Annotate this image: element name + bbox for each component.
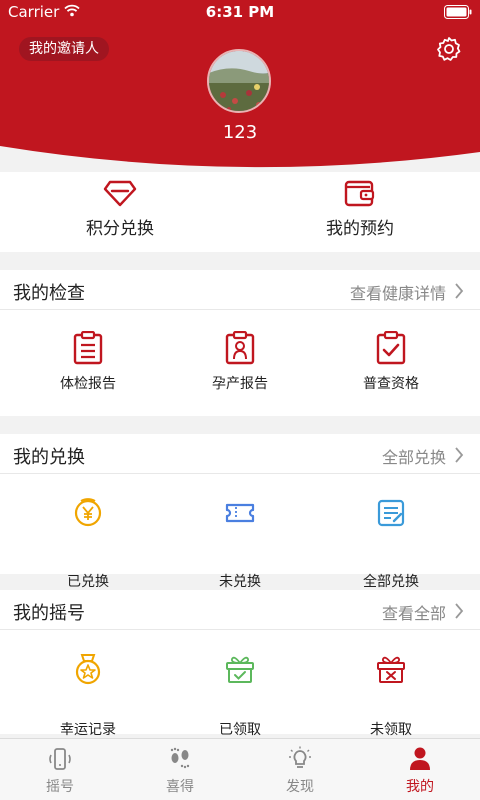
document-edit-icon [377,499,405,527]
tab-label: 发现 [286,779,314,795]
all-exchanges-item[interactable]: 全部兑换 [311,475,471,590]
exchanged-label: 已兑换 [67,574,109,590]
view-all-link[interactable]: 查看全部 [382,600,446,624]
my-exchanges-section: 我的兑换 全部兑换 已兑换 未兑换 全部兑换 [0,434,480,590]
not-exchanged-label: 未兑换 [219,574,261,590]
exchanges-items: 已兑换 未兑换 全部兑换 [0,475,480,590]
settings-gear-icon[interactable] [436,36,462,62]
all-exchanges-label: 全部兑换 [363,574,419,590]
unclaimed-item[interactable]: 未领取 [311,631,471,738]
physical-exam-report-label: 体检报告 [60,376,116,392]
chevron-right-icon [455,603,464,619]
username: 123 [222,122,258,143]
tab-label: 摇号 [46,779,74,795]
screening-eligibility-label: 普查资格 [363,376,419,392]
footprints-icon [170,747,190,769]
diamond-icon [103,180,137,207]
checkups-items: 体检报告 孕产报告 普查资格 [0,311,480,416]
gift-check-icon [226,656,254,683]
status-bar: Carrier 6:31 PM [0,0,480,26]
all-exchanges-link[interactable]: 全部兑换 [382,444,446,468]
tab-label: 我的 [406,779,434,795]
tab-label: 喜得 [166,779,194,795]
maternity-report-label: 孕产报告 [212,376,268,392]
chevron-right-icon [455,283,464,299]
unclaimed-label: 未领取 [370,722,412,738]
tab-mine[interactable]: 我的 [360,739,480,800]
gift-x-icon [377,656,405,683]
tab-discover[interactable]: 发现 [240,739,360,800]
points-exchange-label: 积分兑换 [86,219,154,239]
avatar[interactable] [207,49,271,113]
my-appointment-button[interactable]: 我的预约 [240,172,480,252]
star-medal-icon [75,654,101,685]
section-title: 我的兑换 [13,447,85,468]
claimed-item[interactable]: 已领取 [160,631,320,738]
profile-header: Carrier 6:31 PM 我的邀请人 123 [0,0,480,172]
my-exchanges-header[interactable]: 我的兑换 全部兑换 [0,434,480,474]
lucky-record-label: 幸运记录 [60,722,116,738]
not-exchanged-item[interactable]: 未兑换 [160,475,320,590]
my-lottery-section: 我的摇号 查看全部 幸运记录 已领取 未领取 [0,590,480,738]
clipboard-list-icon [73,331,103,365]
bottom-tab-bar: 摇号 喜得 发现 我的 [0,738,480,800]
my-inviter-button[interactable]: 我的邀请人 [19,37,109,61]
clock: 6:31 PM [205,3,275,21]
claimed-label: 已领取 [219,722,261,738]
exchanged-item[interactable]: 已兑换 [8,475,168,590]
my-checkups-section: 我的检查 查看健康详情 体检报告 孕产报告 普查资格 [0,270,480,416]
points-exchange-button[interactable]: 积分兑换 [0,172,240,252]
lottery-items: 幸运记录 已领取 未领取 [0,631,480,738]
baby-badge-icon [225,331,255,365]
section-title: 我的摇号 [13,603,85,624]
maternity-report-item[interactable]: 孕产报告 [160,311,320,416]
my-checkups-header[interactable]: 我的检查 查看健康详情 [0,270,480,310]
section-title: 我的检查 [13,283,85,304]
shake-phone-icon [49,748,71,770]
quick-actions: 积分兑换 我的预约 [0,172,480,252]
lucky-record-item[interactable]: 幸运记录 [8,631,168,738]
tab-shake[interactable]: 摇号 [0,739,120,800]
my-lottery-header[interactable]: 我的摇号 查看全部 [0,590,480,630]
physical-exam-report-item[interactable]: 体检报告 [8,311,168,416]
battery-icon [444,5,472,19]
tab-joy[interactable]: 喜得 [120,739,240,800]
yen-coin-icon [74,498,102,527]
view-health-details-link[interactable]: 查看健康详情 [350,280,446,304]
my-appointment-label: 我的预约 [326,219,394,239]
chevron-right-icon [455,447,464,463]
wallet-icon [344,180,375,207]
lightbulb-icon [289,746,311,768]
clipboard-check-icon [376,331,406,365]
person-icon [410,747,430,770]
screening-eligibility-item[interactable]: 普查资格 [311,311,471,416]
ticket-icon [225,503,255,523]
